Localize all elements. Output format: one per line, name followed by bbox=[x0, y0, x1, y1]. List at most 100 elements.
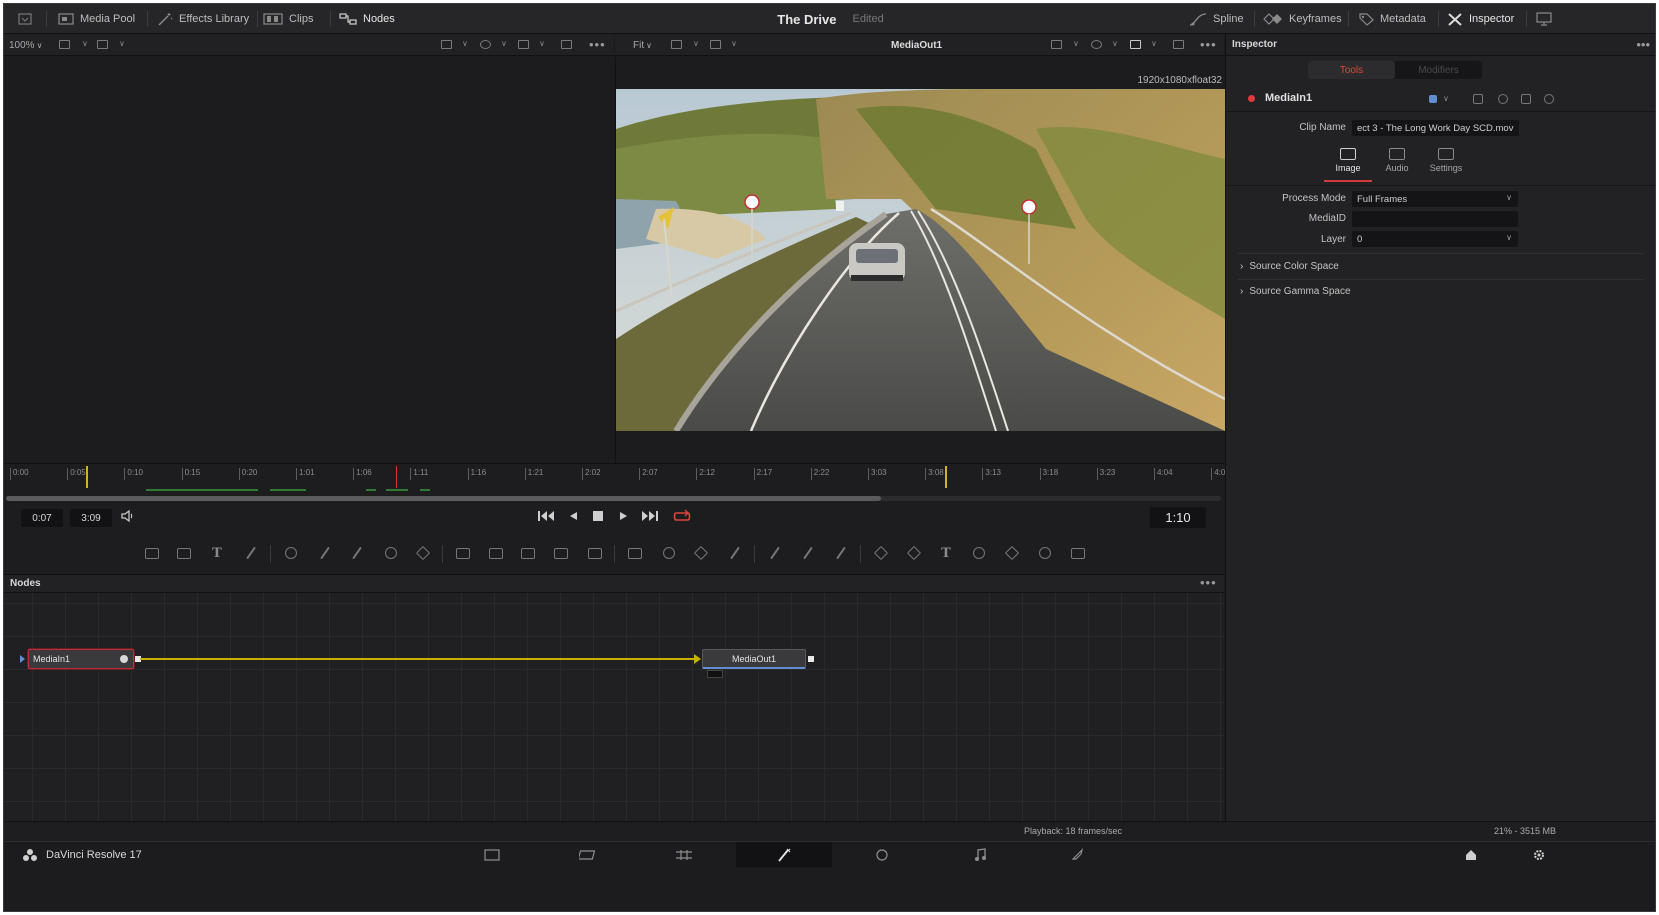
lut-icon[interactable] bbox=[561, 40, 572, 49]
step-back-button[interactable] bbox=[567, 509, 579, 527]
timeline-scrollbar-thumb[interactable] bbox=[6, 496, 881, 501]
right-viewer[interactable]: 1920x1080xfloat32 bbox=[615, 57, 1225, 463]
grid-icon[interactable] bbox=[518, 40, 529, 49]
text-tool-icon[interactable]: T bbox=[208, 544, 226, 562]
particle-render-icon[interactable] bbox=[832, 544, 850, 562]
go-to-end-button[interactable] bbox=[641, 509, 659, 527]
image-plane-3d-icon[interactable] bbox=[872, 544, 890, 562]
media-pool-button[interactable]: Media Pool bbox=[58, 4, 135, 34]
lut-icon[interactable] bbox=[1173, 40, 1184, 49]
subtab-audio[interactable]: Audio bbox=[1373, 148, 1421, 182]
stop-button[interactable] bbox=[592, 509, 604, 527]
source-gamma-space-section[interactable]: › Source Gamma Space bbox=[1240, 286, 1351, 297]
transform-tool-icon[interactable] bbox=[586, 544, 604, 562]
deliver-page-button[interactable] bbox=[1029, 842, 1125, 868]
in-point-marker[interactable] bbox=[86, 466, 88, 488]
subtab-settings[interactable]: Settings bbox=[1422, 148, 1470, 182]
chevron-down-icon[interactable]: ∨ bbox=[119, 39, 125, 48]
playhead[interactable] bbox=[396, 466, 397, 488]
color-corrector-tool-icon[interactable] bbox=[414, 544, 432, 562]
color-tag-icon[interactable] bbox=[1429, 95, 1437, 103]
ellipse-mask-icon[interactable] bbox=[660, 544, 678, 562]
sharpen-tool-icon[interactable] bbox=[316, 544, 334, 562]
layer-select[interactable]: 0 ∨ bbox=[1352, 231, 1518, 247]
fusion-page-button[interactable] bbox=[736, 842, 832, 868]
reset-icon[interactable] bbox=[1544, 94, 1554, 104]
matte-control-tool-icon[interactable] bbox=[519, 544, 537, 562]
home-button[interactable] bbox=[1451, 842, 1491, 868]
view-indicator-icon[interactable] bbox=[707, 670, 723, 678]
roi-icon[interactable] bbox=[441, 40, 452, 49]
view-options-icon[interactable] bbox=[97, 40, 108, 49]
chevron-down-icon[interactable]: ∨ bbox=[539, 39, 545, 48]
effects-library-button[interactable]: Effects Library bbox=[157, 4, 249, 34]
fullscreen-button[interactable] bbox=[1536, 4, 1552, 34]
rectangle-mask-icon[interactable] bbox=[626, 544, 644, 562]
media-out-node[interactable]: MediaOut1 bbox=[702, 649, 806, 669]
channel-booleans-tool-icon[interactable] bbox=[487, 544, 505, 562]
text-3d-icon[interactable]: T bbox=[937, 544, 955, 562]
lock-icon[interactable] bbox=[1521, 94, 1531, 104]
color-curves-tool-icon[interactable] bbox=[348, 544, 366, 562]
settings-button[interactable] bbox=[1519, 842, 1559, 868]
chevron-down-icon[interactable]: ∨ bbox=[462, 39, 468, 48]
clip-name-field[interactable]: ect 3 - The Long Work Day SCD.mov bbox=[1352, 120, 1519, 136]
camera-3d-icon[interactable] bbox=[970, 544, 988, 562]
version-icon[interactable] bbox=[1473, 94, 1483, 104]
workspace-toggle-button[interactable] bbox=[18, 4, 32, 34]
speaker-icon[interactable] bbox=[120, 509, 136, 527]
keyframes-button[interactable]: Keyframes bbox=[1263, 4, 1342, 34]
metadata-button[interactable]: Metadata bbox=[1358, 4, 1426, 34]
out-point-marker[interactable] bbox=[945, 466, 947, 488]
tab-modifiers[interactable]: Modifiers bbox=[1395, 61, 1482, 79]
video-frame[interactable] bbox=[616, 89, 1225, 431]
brightness-tool-icon[interactable] bbox=[382, 544, 400, 562]
timeline-scrollbar[interactable] bbox=[6, 496, 1221, 501]
left-viewer[interactable] bbox=[4, 57, 614, 463]
chevron-down-icon[interactable]: ∨ bbox=[1112, 39, 1118, 48]
color-channel-icon[interactable] bbox=[480, 40, 491, 49]
brush-tool-icon[interactable] bbox=[242, 544, 260, 562]
chevron-down-icon[interactable]: ∨ bbox=[501, 39, 507, 48]
tab-tools[interactable]: Tools bbox=[1308, 61, 1395, 79]
inspector-button[interactable]: Inspector bbox=[1447, 4, 1514, 34]
loop-button[interactable] bbox=[672, 509, 692, 527]
node-toggle-icon[interactable] bbox=[120, 655, 128, 663]
polygon-mask-icon[interactable] bbox=[692, 544, 710, 562]
layout-icon[interactable] bbox=[671, 40, 682, 49]
spline-button[interactable]: Spline bbox=[1189, 4, 1244, 34]
chevron-down-icon[interactable]: ∨ bbox=[1443, 94, 1449, 103]
particle-system-icon[interactable] bbox=[799, 544, 817, 562]
node-output-port[interactable] bbox=[808, 656, 814, 662]
source-color-space-section[interactable]: › Source Color Space bbox=[1240, 261, 1339, 272]
cut-page-button[interactable] bbox=[540, 842, 636, 868]
more-options-icon[interactable]: ••• bbox=[1200, 37, 1217, 52]
media-in-node[interactable]: MediaIn1 bbox=[28, 649, 134, 669]
render-end-field[interactable]: 3:09 bbox=[70, 509, 112, 527]
fit-select[interactable]: Fit ∨ bbox=[633, 34, 652, 56]
grid-icon[interactable] bbox=[1130, 40, 1141, 49]
bspline-mask-icon[interactable] bbox=[726, 544, 744, 562]
layout-icon[interactable] bbox=[59, 40, 70, 49]
chevron-down-icon[interactable]: ∨ bbox=[693, 39, 699, 48]
edit-page-button[interactable] bbox=[636, 842, 732, 868]
roi-icon[interactable] bbox=[1051, 40, 1062, 49]
resize-tool-icon[interactable] bbox=[552, 544, 570, 562]
current-timecode[interactable]: 1:10 bbox=[1150, 507, 1206, 528]
blur-tool-icon[interactable] bbox=[282, 544, 300, 562]
particle-emitter-icon[interactable] bbox=[766, 544, 784, 562]
chevron-down-icon[interactable]: ∨ bbox=[1073, 39, 1079, 48]
media-page-button[interactable] bbox=[444, 842, 540, 868]
nodes-button[interactable]: Nodes bbox=[339, 4, 395, 34]
renderer-3d-icon[interactable] bbox=[1069, 544, 1087, 562]
chevron-down-icon[interactable]: ∨ bbox=[82, 39, 88, 48]
more-options-icon[interactable]: ••• bbox=[589, 37, 606, 52]
go-to-start-button[interactable] bbox=[537, 509, 555, 527]
node-editor[interactable]: MediaIn1 MediaOut1 bbox=[4, 593, 1224, 821]
node-enable-icon[interactable] bbox=[1248, 95, 1255, 102]
clips-button[interactable]: Clips bbox=[263, 4, 313, 34]
play-button[interactable] bbox=[617, 509, 629, 527]
shape-3d-icon[interactable] bbox=[905, 544, 923, 562]
subtab-image[interactable]: Image bbox=[1324, 148, 1372, 182]
zoom-select[interactable]: 100% ∨ bbox=[9, 34, 42, 56]
